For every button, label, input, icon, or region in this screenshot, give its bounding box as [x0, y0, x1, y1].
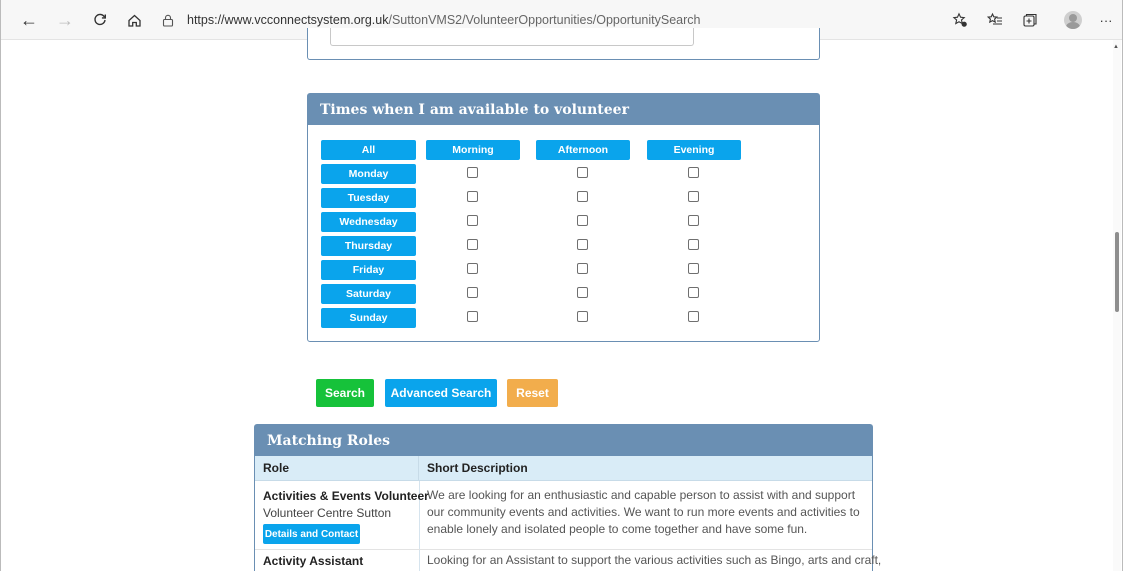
back-icon[interactable]: ←	[18, 9, 40, 31]
checkbox-monday-morning[interactable]	[467, 167, 478, 178]
checkbox-sunday-morning[interactable]	[467, 311, 478, 322]
search-button[interactable]: Search	[316, 379, 374, 407]
favorites-icon[interactable]	[984, 9, 1006, 31]
browser-window: ← → https://www.vcconnectsystem.org.uk/S…	[0, 0, 1123, 571]
checkbox-friday-morning[interactable]	[467, 263, 478, 274]
checkbox-saturday-evening[interactable]	[688, 287, 699, 298]
checkbox-wednesday-morning[interactable]	[467, 215, 478, 226]
select-all-button[interactable]: All	[321, 140, 416, 160]
details-and-contact-button[interactable]: Details and Contact	[263, 524, 360, 544]
day-button-saturday[interactable]: Saturday	[321, 284, 416, 304]
more-options-label: ···	[1099, 12, 1113, 28]
row-separator	[255, 549, 872, 550]
role-description: Looking for an Assistant to support the …	[427, 553, 882, 567]
checkbox-wednesday-afternoon[interactable]	[577, 215, 588, 226]
column-header-description: Short Description	[419, 456, 872, 481]
role-organisation: Volunteer Centre Sutton	[263, 506, 392, 520]
more-options-icon[interactable]: ···	[1095, 9, 1117, 31]
day-button-thursday[interactable]: Thursday	[321, 236, 416, 256]
role-title[interactable]: Activity Assistant	[263, 554, 363, 568]
day-button-sunday[interactable]: Sunday	[321, 308, 416, 328]
profile-avatar-icon[interactable]	[1064, 11, 1082, 29]
column-header-role: Role	[255, 456, 419, 481]
checkbox-sunday-afternoon[interactable]	[577, 311, 588, 322]
checkbox-wednesday-evening[interactable]	[688, 215, 699, 226]
scrollbar-thumb[interactable]	[1115, 232, 1119, 312]
checkbox-thursday-evening[interactable]	[688, 239, 699, 250]
day-button-wednesday[interactable]: Wednesday	[321, 212, 416, 232]
availability-heading: Times when I am available to volunteer	[308, 94, 819, 125]
forward-icon[interactable]: →	[54, 9, 76, 31]
period-header-afternoon[interactable]: Afternoon	[536, 140, 630, 160]
checkbox-tuesday-evening[interactable]	[688, 191, 699, 202]
checkbox-monday-afternoon[interactable]	[577, 167, 588, 178]
matching-roles-panel: Matching Roles Role Short Description Ac…	[254, 424, 882, 571]
checkbox-tuesday-afternoon[interactable]	[577, 191, 588, 202]
checkbox-friday-afternoon[interactable]	[577, 263, 588, 274]
add-favorite-icon[interactable]	[949, 9, 971, 31]
url-path: /SuttonVMS2/VolunteerOpportunities/Oppor…	[388, 13, 701, 27]
checkbox-tuesday-morning[interactable]	[467, 191, 478, 202]
checkbox-thursday-afternoon[interactable]	[577, 239, 588, 250]
previous-filter-input[interactable]	[330, 28, 694, 46]
checkbox-saturday-morning[interactable]	[467, 287, 478, 298]
matching-roles-heading: Matching Roles	[255, 425, 872, 456]
home-icon[interactable]	[123, 9, 145, 31]
day-button-friday[interactable]: Friday	[321, 260, 416, 280]
refresh-icon[interactable]	[89, 9, 111, 31]
availability-panel: Times when I am available to volunteer A…	[307, 93, 820, 342]
day-button-tuesday[interactable]: Tuesday	[321, 188, 416, 208]
role-description: We are looking for an enthusiastic and c…	[427, 488, 860, 536]
period-header-evening[interactable]: Evening	[647, 140, 741, 160]
period-header-morning[interactable]: Morning	[426, 140, 520, 160]
previous-filter-panel	[307, 28, 820, 60]
advanced-search-button[interactable]: Advanced Search	[385, 379, 497, 407]
day-button-monday[interactable]: Monday	[321, 164, 416, 184]
checkbox-friday-evening[interactable]	[688, 263, 699, 274]
checkbox-saturday-afternoon[interactable]	[577, 287, 588, 298]
scroll-up-arrow-icon[interactable]: ▲	[1113, 44, 1119, 50]
checkbox-sunday-evening[interactable]	[688, 311, 699, 322]
checkbox-thursday-morning[interactable]	[467, 239, 478, 250]
checkbox-monday-evening[interactable]	[688, 167, 699, 178]
url-host: https://www.vcconnectsystem.org.uk	[187, 13, 389, 27]
url-text: https://www.vcconnectsystem.org.uk/Sutto…	[187, 13, 700, 27]
role-title[interactable]: Activities & Events Volunteer	[263, 489, 429, 503]
lock-icon[interactable]	[161, 13, 175, 27]
collections-icon[interactable]	[1019, 9, 1041, 31]
reset-button[interactable]: Reset	[507, 379, 558, 407]
